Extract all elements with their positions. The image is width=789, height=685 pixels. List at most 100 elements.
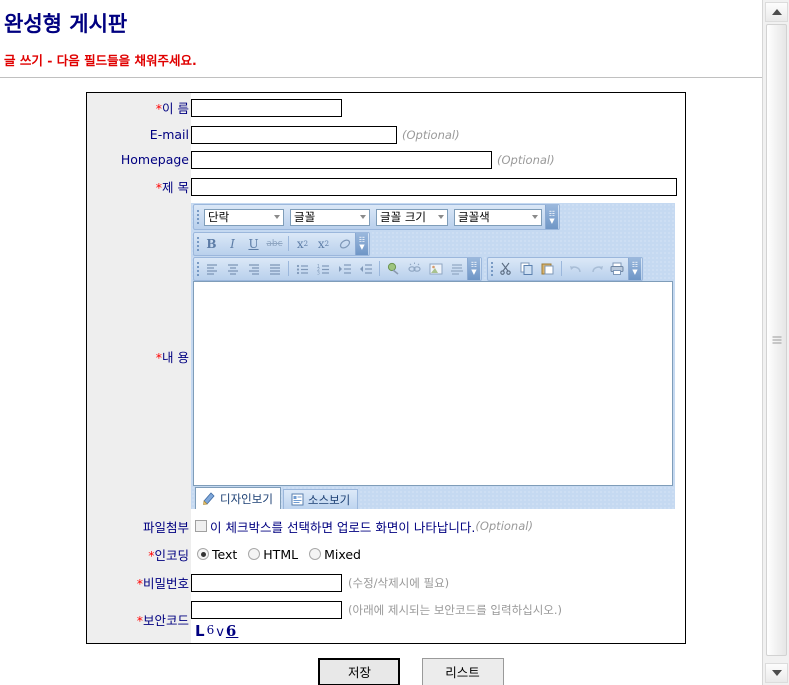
numbered-list-button[interactable]: 123: [313, 259, 334, 279]
scroll-down-button[interactable]: [765, 663, 788, 683]
chevron-down-icon: [356, 215, 369, 219]
label-subject-text: 제 목: [162, 180, 189, 195]
toolbar-grip-icon[interactable]: [194, 233, 201, 255]
toolbar-overflow-button[interactable]: ☷ ▼: [545, 205, 558, 229]
field-homepage: (Optional): [191, 146, 685, 172]
paste-button[interactable]: [537, 259, 558, 279]
font-color-dropdown[interactable]: 글꼴색: [454, 208, 542, 226]
vertical-scrollbar[interactable]: [762, 0, 789, 685]
field-password: (수정/삭제시에 필요): [191, 568, 685, 596]
toolbar-grip-icon[interactable]: [194, 258, 201, 280]
subscript-button[interactable]: x2: [313, 234, 334, 254]
label-email: E-mail: [87, 121, 191, 147]
editor-toolbar-row-1: 단락 글꼴 글꼴 크기 글꼴색 ☷ ▼: [191, 203, 675, 231]
captcha-char-3: v: [216, 624, 226, 640]
page-title: 완성형 게시판: [4, 12, 128, 36]
attach-checkbox[interactable]: [195, 520, 207, 532]
toolbar-overflow-button[interactable]: ☷ ▼: [628, 257, 641, 280]
align-right-button[interactable]: [243, 259, 264, 279]
undo-button[interactable]: [565, 259, 586, 279]
bullet-list-button[interactable]: [292, 259, 313, 279]
svg-text:3: 3: [317, 270, 320, 275]
form-table: *이 름 E-mail (Optional) Homepage (Optiona…: [87, 93, 685, 643]
save-button[interactable]: 저장: [318, 657, 401, 685]
label-password-text: 비밀번호: [142, 576, 189, 591]
encoding-radio-mixed[interactable]: [309, 548, 322, 560]
superscript-button[interactable]: x2: [292, 234, 313, 254]
label-attach-text: 파일첨부: [142, 520, 189, 535]
remove-link-button[interactable]: [404, 259, 425, 279]
post-form: *이 름 E-mail (Optional) Homepage (Optiona…: [86, 92, 686, 644]
label-homepage: Homepage: [87, 146, 191, 172]
editor-toolbar-row-3: 123 ☷ ▼ ☷ ▼: [191, 256, 675, 281]
indent-button[interactable]: [334, 259, 355, 279]
attach-checkbox-row: 이 체크박스를 선택하면 업로드 화면이 나타납니다. (Optional): [191, 517, 685, 536]
field-captcha: (아래에 제시되는 보안코드를 입력하십시오.) L6v6: [191, 596, 685, 643]
scrollbar-grip-icon: [772, 335, 781, 346]
underline-button[interactable]: U: [243, 234, 264, 254]
toolbar-separator: [561, 261, 562, 276]
paragraph-style-dropdown[interactable]: 단락: [204, 208, 284, 226]
horizontal-rule-button[interactable]: [446, 259, 467, 279]
toolbar-grip-icon[interactable]: [488, 258, 495, 280]
editor-paragraph-group: 123 ☷ ▼: [193, 256, 482, 281]
label-attach: 파일첨부: [87, 512, 191, 540]
form-row-encoding: *인코딩 Text HTML Mixed: [87, 540, 685, 568]
homepage-input[interactable]: [191, 151, 492, 169]
form-row-subject: *제 목: [87, 172, 685, 200]
form-row-content: *내 용 단락 글꼴 글꼴 크기 글꼴색 ☷ ▼ B I U abc x 2 x…: [87, 200, 685, 512]
encoding-radio-text[interactable]: [197, 548, 209, 560]
email-input[interactable]: [191, 125, 397, 144]
label-content-text: 내 용: [162, 350, 189, 365]
align-left-button[interactable]: [201, 259, 222, 279]
field-email: (Optional): [191, 121, 685, 147]
field-attach: 이 체크박스를 선택하면 업로드 화면이 나타납니다. (Optional): [191, 512, 685, 540]
outdent-button[interactable]: [355, 259, 376, 279]
encoding-label-text: Text: [212, 546, 238, 562]
toolbar-overflow-button[interactable]: ☷ ▼: [467, 257, 480, 280]
font-color-value: 글꼴색: [458, 210, 490, 224]
toolbar-grip-icon[interactable]: [194, 205, 201, 229]
toolbar-separator: [379, 261, 380, 276]
encoding-radio-html[interactable]: [248, 548, 261, 560]
editor-format-group: B I U abc x2 x2 ☷ ▼: [193, 231, 370, 256]
italic-button[interactable]: I: [222, 234, 243, 254]
cut-button[interactable]: [495, 259, 516, 279]
bold-button[interactable]: B: [201, 234, 222, 254]
homepage-optional-note: (Optional): [497, 153, 555, 167]
password-input[interactable]: [191, 573, 342, 592]
editor-content-area[interactable]: [193, 281, 673, 486]
form-row-email: E-mail (Optional): [87, 121, 685, 147]
font-family-dropdown[interactable]: 글꼴: [290, 208, 370, 226]
field-encoding: Text HTML Mixed: [191, 540, 685, 568]
toolbar-overflow-button[interactable]: ☷ ▼: [355, 232, 368, 255]
scrollbar-thumb[interactable]: [766, 24, 787, 656]
chevron-down-icon: [270, 215, 283, 219]
captcha-char-4: 6: [225, 621, 239, 640]
redo-button[interactable]: [586, 259, 607, 279]
source-view-icon: [291, 493, 304, 506]
scroll-up-button[interactable]: [765, 2, 788, 22]
tab-source-view[interactable]: 소스보기: [282, 489, 359, 509]
editor-clipboard-group: ☷ ▼: [487, 256, 643, 281]
print-button[interactable]: [607, 259, 628, 279]
remove-format-button[interactable]: [334, 234, 355, 254]
insert-image-button[interactable]: [425, 259, 446, 279]
copy-button[interactable]: [516, 259, 537, 279]
font-size-dropdown[interactable]: 글꼴 크기: [376, 208, 448, 226]
rich-text-editor: 단락 글꼴 글꼴 크기 글꼴색 ☷ ▼ B I U abc x 2 x 2 ☷ …: [191, 203, 675, 509]
encoding-label-html: HTML: [263, 546, 299, 562]
list-button[interactable]: 리스트: [421, 657, 504, 685]
password-hint: (수정/삭제시에 필요): [348, 575, 450, 590]
captcha-input[interactable]: [191, 600, 342, 619]
name-input[interactable]: [191, 98, 342, 117]
label-encoding: *인코딩: [87, 540, 191, 568]
strikethrough-button[interactable]: abc: [264, 234, 285, 254]
tab-design-view[interactable]: 디자인보기: [195, 487, 281, 509]
align-center-button[interactable]: [222, 259, 243, 279]
insert-link-button[interactable]: [383, 259, 404, 279]
label-encoding-text: 인코딩: [154, 548, 189, 563]
align-justify-button[interactable]: [264, 259, 285, 279]
subject-input[interactable]: [191, 177, 677, 196]
email-optional-note: (Optional): [402, 127, 460, 142]
